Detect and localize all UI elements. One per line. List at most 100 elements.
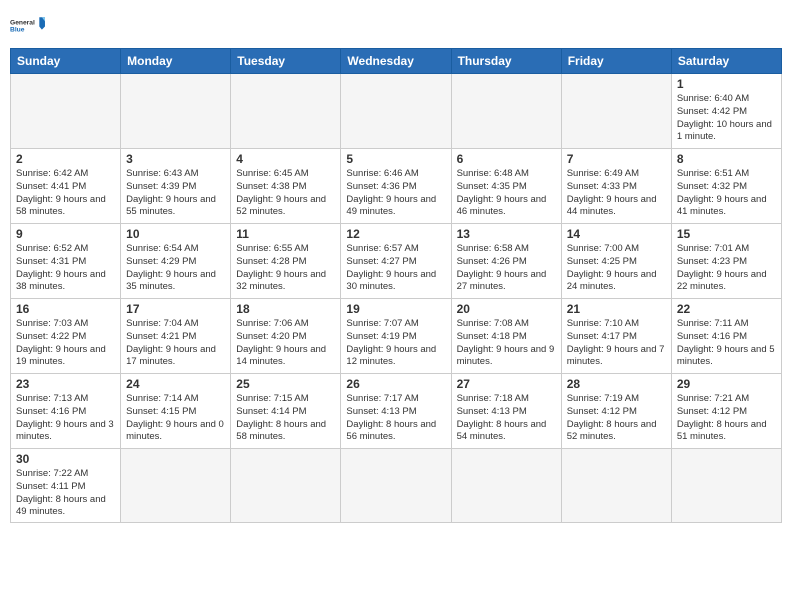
day-number: 9	[16, 227, 115, 241]
calendar-cell: 3 Sunrise: 6:43 AM Sunset: 4:39 PM Daylig…	[121, 149, 231, 224]
calendar-cell: 8 Sunrise: 6:51 AM Sunset: 4:32 PM Daylig…	[671, 149, 781, 224]
day-info: Sunrise: 7:11 AM Sunset: 4:16 PM Dayligh…	[677, 318, 776, 369]
calendar-cell: 5 Sunrise: 6:46 AM Sunset: 4:36 PM Daylig…	[341, 149, 451, 224]
day-info: Sunrise: 7:07 AM Sunset: 4:19 PM Dayligh…	[346, 318, 445, 369]
day-info: Sunrise: 7:19 AM Sunset: 4:12 PM Dayligh…	[567, 393, 666, 444]
calendar-cell: 30Sunrise: 7:22 AM Sunset: 4:11 PM Dayli…	[11, 449, 121, 523]
calendar-cell: 18 Sunrise: 7:06 AM Sunset: 4:20 PM Dayli…	[231, 299, 341, 374]
calendar-cell: 13 Sunrise: 6:58 AM Sunset: 4:26 PM Dayli…	[451, 224, 561, 299]
calendar-cell: 6 Sunrise: 6:48 AM Sunset: 4:35 PM Daylig…	[451, 149, 561, 224]
calendar-cell: 23Sunrise: 7:13 AM Sunset: 4:16 PM Dayli…	[11, 374, 121, 449]
day-info: Sunrise: 7:15 AM Sunset: 4:14 PM Dayligh…	[236, 393, 335, 444]
weekday-header: Tuesday	[231, 49, 341, 74]
day-info: Sunrise: 7:21 AM Sunset: 4:12 PM Dayligh…	[677, 393, 776, 444]
day-number: 11	[236, 227, 335, 241]
calendar-cell	[561, 449, 671, 523]
logo: GeneralBlue	[10, 10, 46, 40]
day-info: Sunrise: 6:54 AM Sunset: 4:29 PM Dayligh…	[126, 243, 225, 294]
header: GeneralBlue	[10, 10, 782, 40]
weekday-header: Sunday	[11, 49, 121, 74]
weekday-header: Wednesday	[341, 49, 451, 74]
calendar-cell	[451, 74, 561, 149]
day-info: Sunrise: 6:58 AM Sunset: 4:26 PM Dayligh…	[457, 243, 556, 294]
svg-text:Blue: Blue	[10, 27, 25, 34]
calendar-cell	[341, 449, 451, 523]
day-number: 7	[567, 152, 666, 166]
day-info: Sunrise: 7:06 AM Sunset: 4:20 PM Dayligh…	[236, 318, 335, 369]
day-info: Sunrise: 6:55 AM Sunset: 4:28 PM Dayligh…	[236, 243, 335, 294]
calendar-cell: 4 Sunrise: 6:45 AM Sunset: 4:38 PM Daylig…	[231, 149, 341, 224]
day-number: 21	[567, 302, 666, 316]
day-info: Sunrise: 7:17 AM Sunset: 4:13 PM Dayligh…	[346, 393, 445, 444]
day-info: Sunrise: 6:49 AM Sunset: 4:33 PM Dayligh…	[567, 168, 666, 219]
day-info: Sunrise: 7:01 AM Sunset: 4:23 PM Dayligh…	[677, 243, 776, 294]
day-number: 8	[677, 152, 776, 166]
calendar-cell: 26 Sunrise: 7:17 AM Sunset: 4:13 PM Dayli…	[341, 374, 451, 449]
day-number: 19	[346, 302, 445, 316]
day-number: 18	[236, 302, 335, 316]
day-number: 27	[457, 377, 556, 391]
calendar-page: GeneralBlue SundayMondayTuesdayWednesday…	[0, 0, 792, 612]
calendar-cell: 21 Sunrise: 7:10 AM Sunset: 4:17 PM Dayli…	[561, 299, 671, 374]
day-info: Sunrise: 7:10 AM Sunset: 4:17 PM Dayligh…	[567, 318, 666, 369]
calendar-cell: 19 Sunrise: 7:07 AM Sunset: 4:19 PM Dayli…	[341, 299, 451, 374]
calendar-cell: 17Sunrise: 7:04 AM Sunset: 4:21 PM Dayli…	[121, 299, 231, 374]
day-number: 29	[677, 377, 776, 391]
day-info: Sunrise: 6:46 AM Sunset: 4:36 PM Dayligh…	[346, 168, 445, 219]
weekday-header: Friday	[561, 49, 671, 74]
calendar-cell: 20 Sunrise: 7:08 AM Sunset: 4:18 PM Dayli…	[451, 299, 561, 374]
weekday-header: Thursday	[451, 49, 561, 74]
day-info: Sunrise: 6:42 AM Sunset: 4:41 PM Dayligh…	[16, 168, 115, 219]
calendar-cell: 24Sunrise: 7:14 AM Sunset: 4:15 PM Dayli…	[121, 374, 231, 449]
calendar-cell: 28 Sunrise: 7:19 AM Sunset: 4:12 PM Dayli…	[561, 374, 671, 449]
day-number: 6	[457, 152, 556, 166]
day-number: 13	[457, 227, 556, 241]
calendar-cell: 10 Sunrise: 6:54 AM Sunset: 4:29 PM Dayli…	[121, 224, 231, 299]
day-number: 12	[346, 227, 445, 241]
day-info: Sunrise: 6:43 AM Sunset: 4:39 PM Dayligh…	[126, 168, 225, 219]
calendar-cell	[671, 449, 781, 523]
calendar-cell	[121, 449, 231, 523]
day-number: 16	[16, 302, 115, 316]
calendar-table: SundayMondayTuesdayWednesdayThursdayFrid…	[10, 48, 782, 523]
calendar-cell	[231, 74, 341, 149]
logo-icon: GeneralBlue	[10, 10, 46, 40]
calendar-cell: 9 Sunrise: 6:52 AM Sunset: 4:31 PM Daylig…	[11, 224, 121, 299]
day-number: 26	[346, 377, 445, 391]
calendar-cell: 7 Sunrise: 6:49 AM Sunset: 4:33 PM Daylig…	[561, 149, 671, 224]
day-info: Sunrise: 6:48 AM Sunset: 4:35 PM Dayligh…	[457, 168, 556, 219]
day-info: Sunrise: 6:52 AM Sunset: 4:31 PM Dayligh…	[16, 243, 115, 294]
day-info: Sunrise: 6:40 AM Sunset: 4:42 PM Dayligh…	[677, 93, 776, 144]
calendar-cell	[561, 74, 671, 149]
calendar-cell	[451, 449, 561, 523]
day-info: Sunrise: 6:51 AM Sunset: 4:32 PM Dayligh…	[677, 168, 776, 219]
day-number: 17	[126, 302, 225, 316]
calendar-cell: 22 Sunrise: 7:11 AM Sunset: 4:16 PM Dayli…	[671, 299, 781, 374]
svg-text:General: General	[10, 19, 35, 26]
day-number: 2	[16, 152, 115, 166]
day-number: 20	[457, 302, 556, 316]
day-number: 28	[567, 377, 666, 391]
day-number: 10	[126, 227, 225, 241]
calendar-cell: 2 Sunrise: 6:42 AM Sunset: 4:41 PM Daylig…	[11, 149, 121, 224]
day-info: Sunrise: 7:14 AM Sunset: 4:15 PM Dayligh…	[126, 393, 225, 444]
day-info: Sunrise: 6:57 AM Sunset: 4:27 PM Dayligh…	[346, 243, 445, 294]
day-number: 30	[16, 452, 115, 466]
day-info: Sunrise: 7:18 AM Sunset: 4:13 PM Dayligh…	[457, 393, 556, 444]
day-info: Sunrise: 7:08 AM Sunset: 4:18 PM Dayligh…	[457, 318, 556, 369]
day-number: 5	[346, 152, 445, 166]
weekday-header: Saturday	[671, 49, 781, 74]
day-info: Sunrise: 6:45 AM Sunset: 4:38 PM Dayligh…	[236, 168, 335, 219]
calendar-cell: 12 Sunrise: 6:57 AM Sunset: 4:27 PM Dayli…	[341, 224, 451, 299]
day-info: Sunrise: 7:13 AM Sunset: 4:16 PM Dayligh…	[16, 393, 115, 444]
day-number: 4	[236, 152, 335, 166]
calendar-cell: 25Sunrise: 7:15 AM Sunset: 4:14 PM Dayli…	[231, 374, 341, 449]
calendar-cell	[231, 449, 341, 523]
day-info: Sunrise: 7:00 AM Sunset: 4:25 PM Dayligh…	[567, 243, 666, 294]
calendar-cell: 15Sunrise: 7:01 AM Sunset: 4:23 PM Dayli…	[671, 224, 781, 299]
calendar-cell: 14Sunrise: 7:00 AM Sunset: 4:25 PM Dayli…	[561, 224, 671, 299]
calendar-cell: 11 Sunrise: 6:55 AM Sunset: 4:28 PM Dayli…	[231, 224, 341, 299]
calendar-cell: 1Sunrise: 6:40 AM Sunset: 4:42 PM Daylig…	[671, 74, 781, 149]
day-number: 22	[677, 302, 776, 316]
day-number: 3	[126, 152, 225, 166]
